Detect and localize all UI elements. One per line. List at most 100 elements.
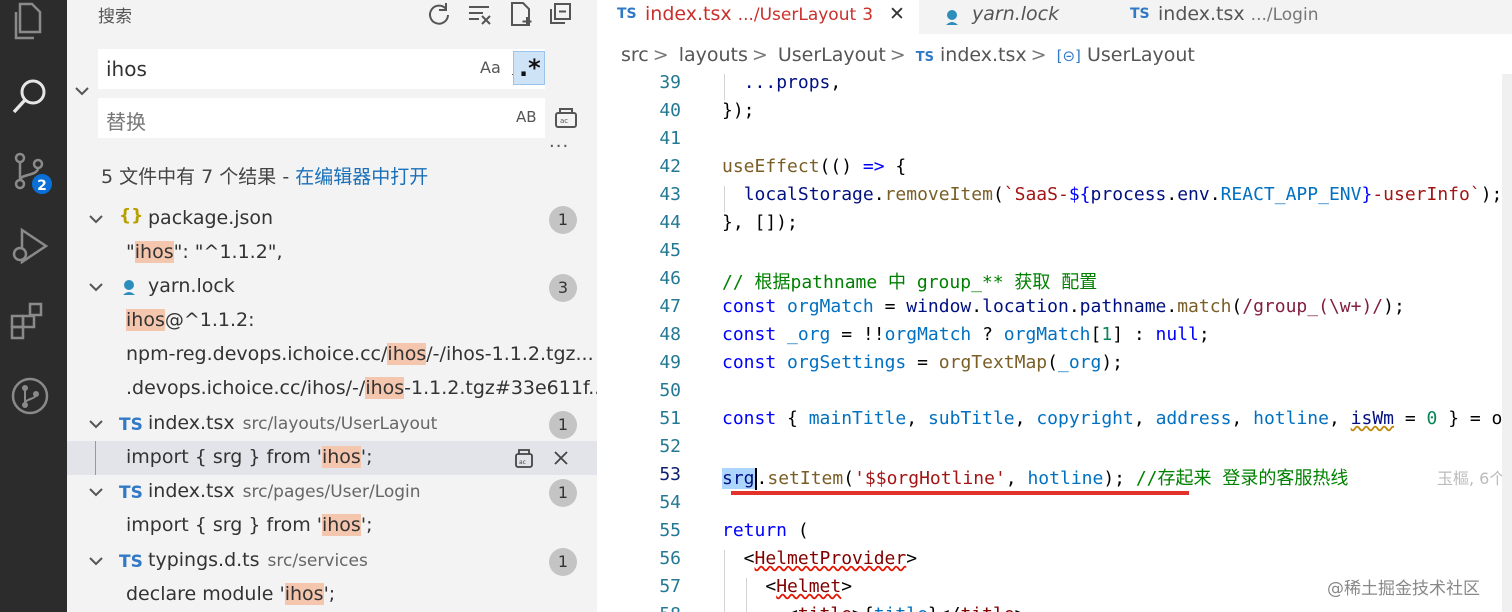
chevron-down-icon[interactable] bbox=[87, 210, 105, 228]
result-file-package-json[interactable]: {} package.json 1 bbox=[67, 202, 597, 236]
git-graph-icon[interactable] bbox=[8, 374, 52, 418]
code-line[interactable]: <HelmetProvider> bbox=[722, 548, 917, 569]
replace-all-icon[interactable]: ac bbox=[553, 104, 579, 130]
git-blame-annotation: 玉樞, 6个 bbox=[1437, 469, 1506, 488]
match-prefix: .devops.ichoice.cc/ihos/-/ bbox=[126, 377, 366, 399]
open-in-editor-link[interactable]: 在编辑器中打开 bbox=[295, 166, 428, 188]
code-line[interactable]: const orgSettings = orgTextMap(_org); bbox=[722, 352, 1123, 373]
search-input-value: ihos bbox=[106, 57, 147, 81]
code-line[interactable]: const orgMatch = window.location.pathnam… bbox=[722, 296, 1405, 317]
match-line-selected[interactable]: import { srg } from 'ihos'; ac bbox=[67, 441, 597, 475]
match-line[interactable]: ihos@^1.1.2: bbox=[67, 304, 597, 338]
tab-label: index.tsx bbox=[645, 3, 732, 25]
chevron-down-icon[interactable] bbox=[87, 483, 105, 501]
code-line[interactable]: }); bbox=[722, 100, 755, 121]
match-prefix: declare module ' bbox=[126, 583, 285, 605]
svg-text:ac: ac bbox=[519, 459, 526, 466]
clear-results-icon[interactable] bbox=[466, 0, 494, 28]
match-count-badge: 1 bbox=[549, 206, 577, 234]
tab-yarn-lock[interactable]: yarn.lock bbox=[920, 0, 1101, 34]
match-prefix: " bbox=[126, 241, 135, 263]
code-line-current[interactable]: srg .setItem('$$orgHotline', hotline); //… bbox=[722, 464, 1348, 490]
result-file-yarn-lock[interactable]: yarn.lock 3 bbox=[67, 270, 597, 304]
code-line[interactable]: useEffect(() => { bbox=[722, 156, 906, 177]
match-line[interactable]: declare module 'ihos'; bbox=[67, 578, 597, 612]
match-line[interactable]: .devops.ichoice.cc/ihos/-/ihos-1.1.2.tgz… bbox=[67, 372, 597, 406]
match-line[interactable]: npm-reg.devops.ichoice.cc/ihos/-/ihos-1.… bbox=[67, 338, 597, 372]
match-highlight: ihos bbox=[134, 241, 174, 263]
results-summary: 5 文件中有 7 个结果 - 在编辑器中打开 bbox=[101, 162, 428, 189]
source-control-badge: 2 bbox=[30, 172, 54, 196]
match-highlight: ihos bbox=[321, 446, 361, 468]
breadcrumb-item[interactable]: index.tsx bbox=[940, 44, 1027, 66]
match-line[interactable]: "ihos": "^1.1.2", bbox=[67, 236, 597, 270]
match-suffix: ": "^1.1.2", bbox=[173, 241, 283, 263]
match-highlight: ihos bbox=[321, 514, 361, 536]
search-sidebar: 搜索 ihos Aa ab .* 替换 AB ac ··· 5 文件中有 7 个… bbox=[67, 0, 597, 612]
match-count-badge: 1 bbox=[549, 479, 577, 507]
preserve-case-button[interactable]: AB bbox=[516, 108, 537, 126]
match-suffix: /-/ihos-1.1.2.tgz... bbox=[426, 343, 594, 365]
code-line[interactable]: }, []); bbox=[722, 212, 798, 233]
code-line[interactable]: const _org = !!orgMatch ? orgMatch[1] : … bbox=[722, 324, 1210, 345]
code-editor: TS index.tsx .../UserLayout 3 ✕ yarn.loc… bbox=[597, 0, 1512, 612]
run-debug-icon[interactable] bbox=[8, 224, 52, 268]
line-number: 57 bbox=[659, 576, 681, 597]
tab-label: yarn.lock bbox=[972, 3, 1060, 25]
match-case-button[interactable]: Aa bbox=[480, 58, 501, 77]
replace-match-icon[interactable]: ac bbox=[513, 447, 535, 469]
breadcrumb-item[interactable]: src bbox=[621, 44, 649, 66]
replace-input[interactable]: 替换 AB bbox=[98, 98, 545, 138]
code-line[interactable]: localStorage.removeItem(`SaaS-${process.… bbox=[722, 184, 1503, 205]
extensions-icon[interactable] bbox=[8, 298, 52, 342]
match-line[interactable]: import { srg } from 'ihos'; bbox=[67, 509, 597, 543]
file-name: package.json bbox=[148, 207, 274, 229]
search-input[interactable]: ihos Aa ab bbox=[98, 49, 545, 89]
result-file-userlayout-index[interactable]: TS index.tsx src/layouts/UserLayout 1 bbox=[67, 407, 597, 441]
collapse-all-icon[interactable] bbox=[546, 0, 574, 28]
typescript-file-icon: TS bbox=[1130, 6, 1150, 22]
match-highlight: ihos bbox=[387, 343, 427, 365]
new-search-editor-icon[interactable] bbox=[507, 0, 535, 28]
refresh-icon[interactable] bbox=[425, 0, 453, 28]
tab-index-login[interactable]: TS index.tsx .../Login bbox=[1102, 0, 1334, 34]
toggle-replace-chevron-icon[interactable] bbox=[73, 82, 91, 100]
breadcrumb-item[interactable]: UserLayout bbox=[778, 44, 886, 66]
match-highlight: ihos bbox=[365, 377, 405, 399]
use-regex-button[interactable]: .* bbox=[513, 51, 545, 85]
dismiss-match-icon[interactable] bbox=[550, 447, 572, 469]
tab-index-userlayout[interactable]: TS index.tsx .../UserLayout 3 ✕ bbox=[597, 0, 919, 34]
code-line[interactable]: return ( bbox=[722, 520, 809, 541]
file-path: src/layouts/UserLayout bbox=[242, 414, 438, 434]
code-line[interactable]: const { mainTitle, subTitle, copyright, … bbox=[722, 408, 1512, 429]
match-highlight: ihos bbox=[126, 309, 165, 331]
code-line[interactable]: ...props, bbox=[722, 72, 842, 93]
tab-path: .../Login bbox=[1250, 5, 1319, 25]
breadcrumb-item[interactable]: UserLayout bbox=[1087, 44, 1195, 66]
chevron-down-icon[interactable] bbox=[87, 415, 105, 433]
search-icon[interactable] bbox=[8, 74, 52, 118]
typescript-file-icon: TS bbox=[119, 415, 143, 435]
result-file-login-index[interactable]: TS index.tsx src/pages/User/Login 1 bbox=[67, 475, 597, 509]
more-options-icon[interactable]: ··· bbox=[549, 136, 569, 157]
tab-path: .../UserLayout bbox=[737, 5, 857, 25]
tab-label: index.tsx bbox=[1158, 3, 1245, 25]
match-count-badge: 1 bbox=[549, 548, 577, 576]
breadcrumb-item[interactable]: layouts bbox=[679, 44, 748, 66]
explorer-icon[interactable] bbox=[8, 0, 52, 44]
tab-problem-count: 3 bbox=[862, 5, 874, 25]
code-line[interactable]: <Helmet> bbox=[722, 576, 852, 597]
breadcrumb: src > layouts > UserLayout > TS index.tsx > … bbox=[621, 44, 1195, 66]
result-file-typings[interactable]: TS typings.d.ts src/services 1 bbox=[67, 544, 597, 578]
activity-bar: 2 bbox=[0, 0, 67, 612]
close-tab-icon[interactable]: ✕ bbox=[889, 3, 905, 25]
match-prefix: import { srg } from ' bbox=[126, 446, 322, 468]
code-line[interactable]: <title>{title}</title> bbox=[722, 604, 1025, 612]
line-number: 43 bbox=[659, 184, 681, 205]
code-line[interactable]: // 根据pathname 中 group_** 获取 配置 bbox=[722, 268, 1097, 294]
chevron-down-icon[interactable] bbox=[87, 278, 105, 296]
file-name: typings.d.ts bbox=[148, 549, 260, 571]
file-name: index.tsx bbox=[148, 480, 235, 502]
vertical-scrollbar[interactable] bbox=[1502, 74, 1512, 612]
chevron-down-icon[interactable] bbox=[87, 552, 105, 570]
